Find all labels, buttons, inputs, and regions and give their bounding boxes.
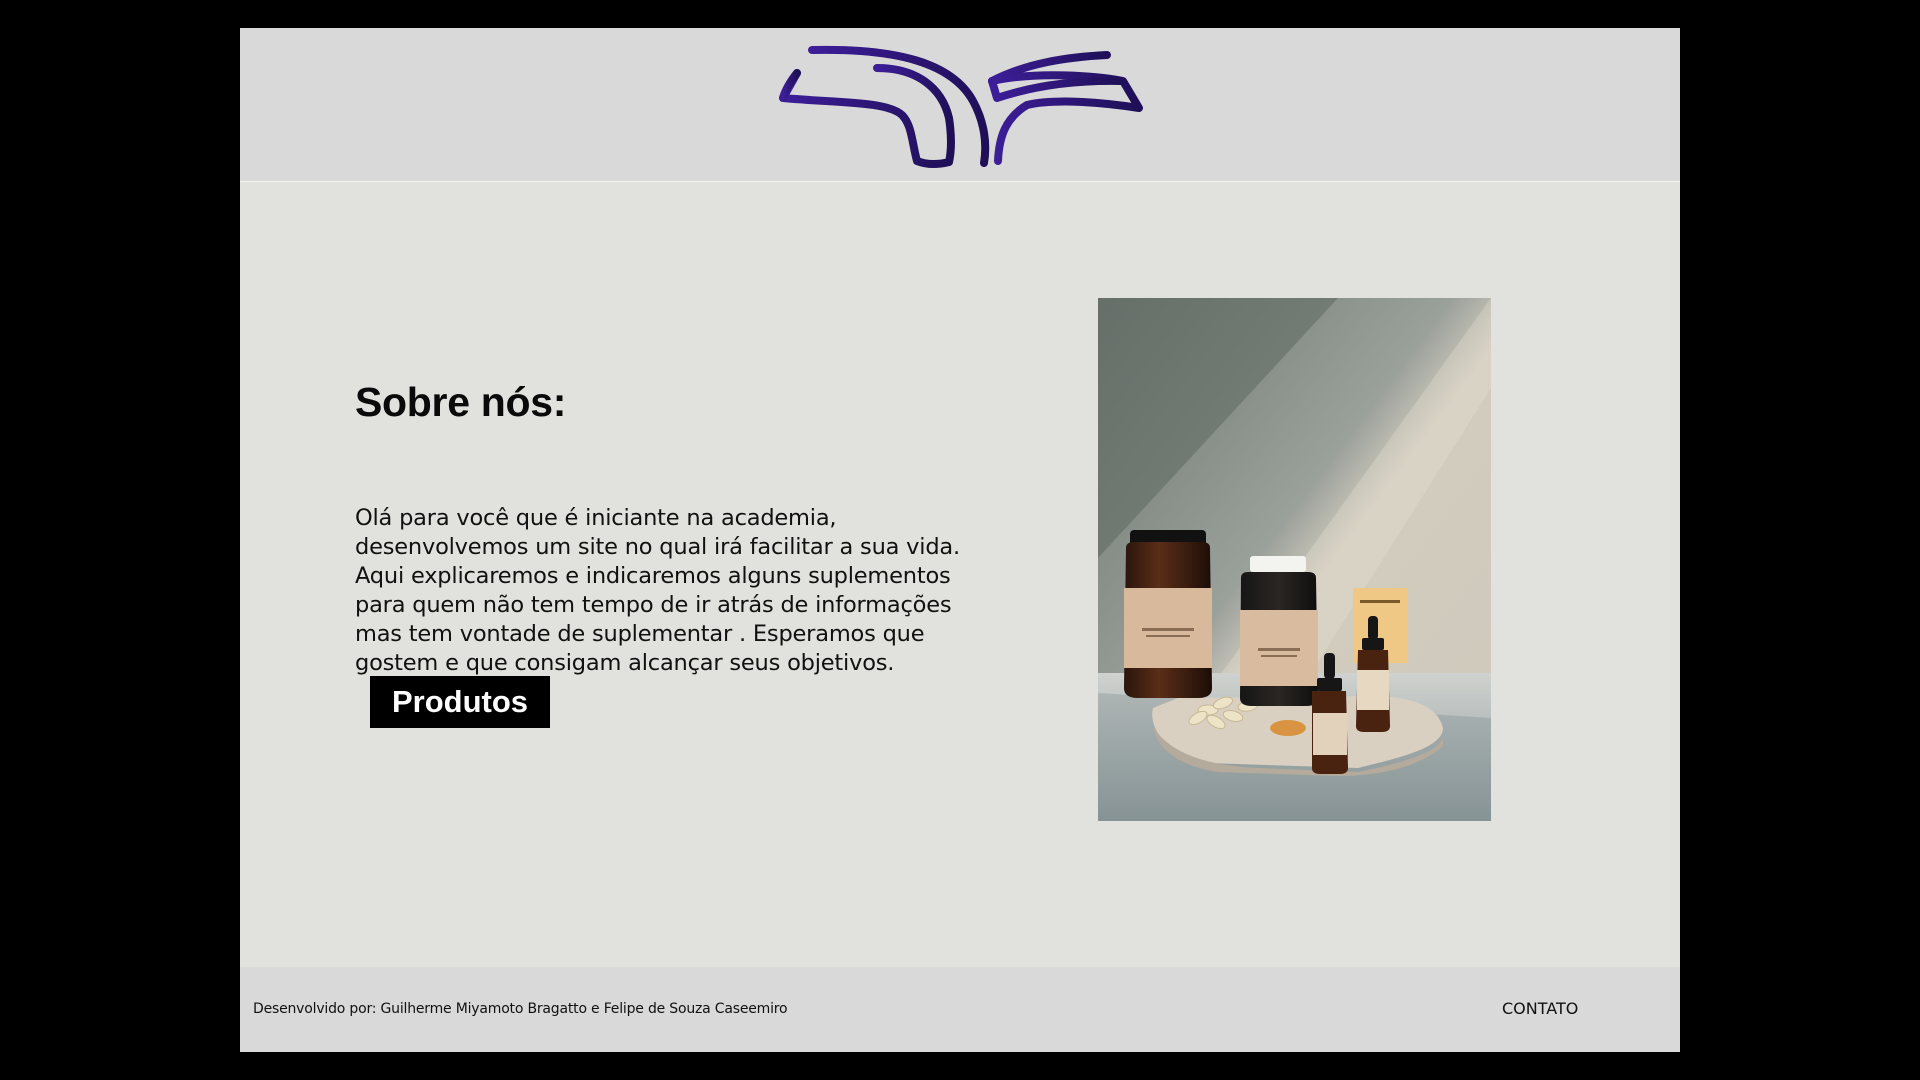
- about-title: Sobre nós:: [355, 379, 567, 425]
- products-button[interactable]: Produtos: [370, 676, 550, 728]
- footer-credits: Desenvolvido por: Guilherme Miyamoto Bra…: [253, 1001, 788, 1017]
- about-section: Sobre nós: Olá para você que é iniciante…: [355, 378, 995, 676]
- contact-link[interactable]: CONTATO: [1502, 999, 1578, 1018]
- supplement-bottles-photo: [1098, 298, 1491, 821]
- site-header: [240, 28, 1680, 182]
- site-footer: Desenvolvido por: Guilherme Miyamoto Bra…: [240, 967, 1680, 1052]
- open-book-logo-icon[interactable]: [777, 43, 1147, 169]
- supplement-photo-illustration: [1098, 298, 1491, 821]
- about-text: Olá para você que é iniciante na academi…: [355, 505, 960, 676]
- page: Sobre nós: Olá para você que é iniciante…: [240, 28, 1680, 1052]
